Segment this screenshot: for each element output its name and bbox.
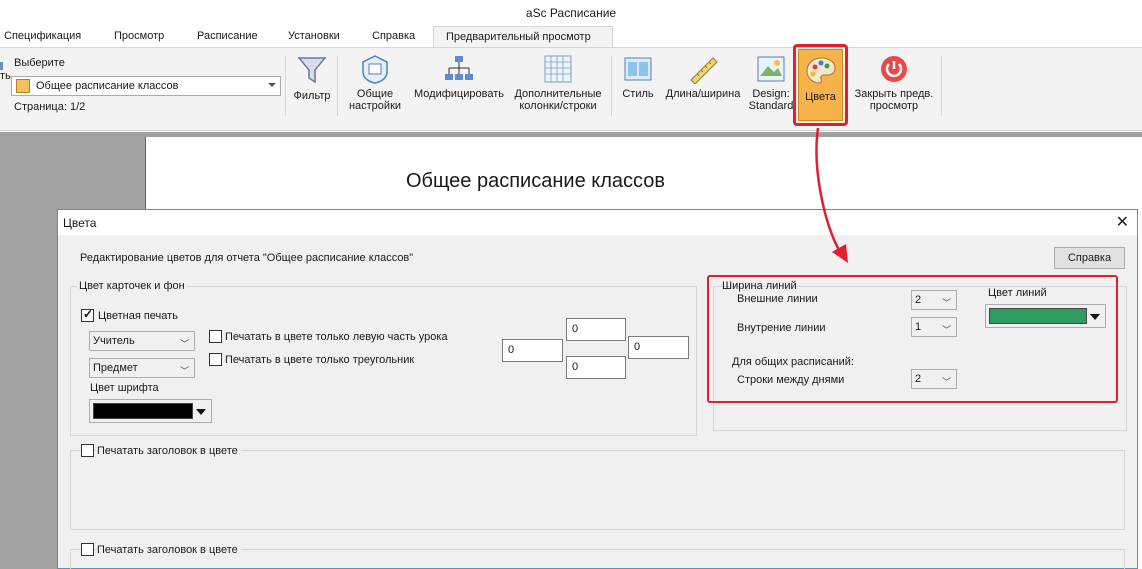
hierarchy-icon — [445, 56, 473, 80]
ribbon-separator — [285, 56, 286, 116]
tab-view[interactable]: Просмотр — [110, 26, 168, 47]
design-label-1: Design: — [752, 88, 790, 100]
filter-label: Фильтр — [293, 90, 331, 102]
left-part-only-checkbox[interactable] — [209, 330, 222, 343]
margin-right-input[interactable]: 0 — [628, 336, 689, 359]
grid-icon — [544, 55, 572, 83]
dialog-titlebar: Цвета ✕ — [58, 210, 1137, 235]
triangle-only-checkbox[interactable] — [209, 353, 222, 366]
extra-columns-button[interactable]: Дополнительные колонки/строки — [509, 54, 607, 112]
tab-schedule[interactable]: Расписание — [193, 26, 262, 47]
print-header-color-label: Печатать заголовок в цвете — [97, 445, 241, 457]
print-header-color-checkbox[interactable] — [81, 444, 94, 457]
extra-columns-label-2: колонки/строки — [519, 100, 597, 112]
app-title: aSc Расписание — [525, 6, 617, 20]
length-width-label: Длина/ширина — [665, 88, 741, 100]
color-print-checkbox[interactable] — [81, 307, 94, 322]
tab-print-preview[interactable]: Предварительный просмотр — [433, 26, 613, 47]
close-preview-label-2: просмотр — [869, 100, 919, 112]
print-header-color-checkbox-2[interactable] — [81, 543, 94, 556]
teacher-combo-value: Учитель — [93, 335, 135, 347]
dropdown-arrow-icon — [196, 409, 206, 415]
tab-settings[interactable]: Установки — [284, 26, 344, 47]
design-label-2: Standard — [748, 100, 794, 112]
left-part-only-label: Печатать в цвете только левую часть урок… — [225, 331, 448, 343]
report-select[interactable]: Общее расписание классов — [11, 76, 281, 96]
dialog-title: Цвета — [63, 216, 97, 230]
print-header-color-label-2: Печатать заголовок в цвете — [97, 544, 241, 556]
extra-columns-label-1: Дополнительные — [514, 88, 602, 100]
close-preview-label-1: Закрыть предв. — [854, 88, 934, 100]
card-color-group-title: Цвет карточек и фон — [77, 280, 187, 292]
modify-button[interactable]: Модифицировать — [409, 54, 509, 100]
color-print-label: Цветная печать — [98, 310, 178, 322]
subject-combo[interactable]: Предмет ﹀ — [89, 358, 195, 378]
chevron-down-icon: ﹀ — [179, 366, 189, 376]
margin-left-input[interactable]: 0 — [502, 339, 563, 362]
modify-label: Модифицировать — [414, 88, 504, 100]
menu-tabs: Спецификация Просмотр Расписание Установ… — [0, 26, 1142, 47]
chevron-down-icon: ﹀ — [179, 339, 189, 349]
design-button[interactable]: Design: Standard — [746, 54, 796, 112]
select-label: Выберите — [14, 57, 65, 69]
document-settings-icon — [362, 55, 388, 84]
ribbon: ть Выберите Общее расписание классов Стр… — [0, 47, 1142, 131]
style-button[interactable]: Стиль — [617, 54, 659, 100]
general-settings-label-1: Общие — [356, 88, 394, 100]
length-width-button[interactable]: Длина/ширина — [661, 54, 745, 100]
ribbon-separator — [337, 56, 338, 116]
title-bar: aSc Расписание — [0, 0, 1142, 26]
ribbon-separator — [941, 56, 942, 116]
report-icon — [16, 79, 30, 93]
dialog-description: Редактирование цветов для отчета "Общее … — [80, 252, 414, 264]
font-color-swatch — [93, 403, 193, 419]
general-settings-label-2: настройки — [348, 100, 402, 112]
colors-button-highlight — [793, 44, 848, 126]
general-settings-button[interactable]: Общие настройки — [343, 54, 407, 112]
help-button[interactable]: Справка — [1054, 247, 1125, 269]
tab-help[interactable]: Справка — [368, 26, 419, 47]
style-icon — [624, 57, 652, 81]
ribbon-separator — [611, 56, 612, 116]
tab-specification[interactable]: Спецификация — [0, 26, 85, 47]
chevron-down-icon — [268, 83, 276, 87]
teacher-combo[interactable]: Учитель ﹀ — [89, 331, 195, 351]
close-icon[interactable]: ✕ — [1116, 212, 1129, 232]
design-icon — [757, 56, 785, 82]
filter-icon — [297, 57, 327, 84]
subject-combo-value: Предмет — [93, 362, 138, 374]
triangle-only-label: Печатать в цвете только треугольник — [225, 354, 415, 366]
close-preview-button[interactable]: Закрыть предв. просмотр — [852, 54, 936, 112]
document-title: Общее расписание классов — [405, 170, 665, 192]
margin-bottom-input[interactable]: 0 — [566, 356, 626, 379]
power-icon — [881, 56, 907, 82]
font-color-label: Цвет шрифта — [90, 382, 159, 394]
report-select-value: Общее расписание классов — [36, 80, 179, 92]
style-label: Стиль — [622, 88, 654, 100]
margin-top-input[interactable]: 0 — [566, 318, 626, 341]
ruler-icon — [690, 57, 718, 84]
lines-highlight — [707, 275, 1118, 403]
ribbon-partial-label: ть — [0, 70, 11, 82]
header-color-group — [70, 450, 1125, 530]
font-color-picker[interactable] — [89, 399, 212, 423]
page-indicator: Страница: 1/2 — [14, 101, 86, 113]
partial-icon — [0, 62, 3, 70]
filter-button[interactable]: Фильтр — [290, 54, 334, 102]
